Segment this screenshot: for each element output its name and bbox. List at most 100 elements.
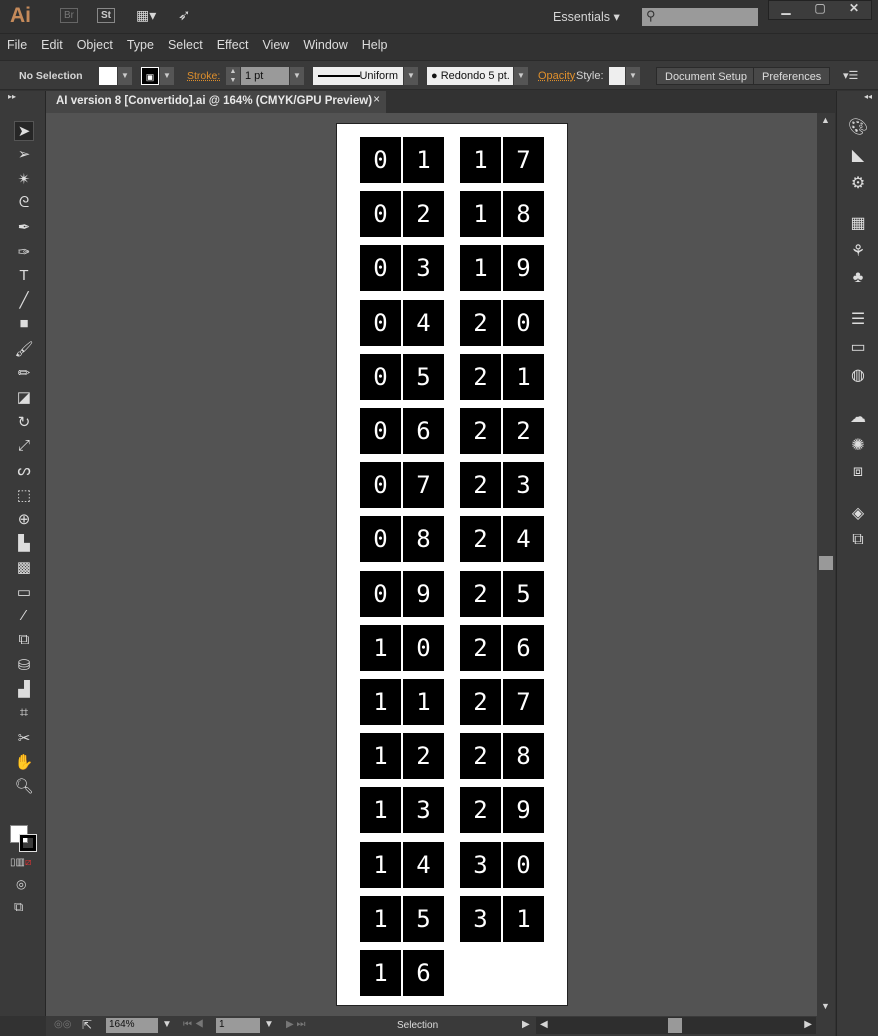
- search-input[interactable]: ⚲: [642, 8, 758, 26]
- document-setup-button[interactable]: Document Setup: [656, 67, 756, 85]
- number-glyph[interactable]: 27: [460, 679, 544, 725]
- number-glyph[interactable]: 22: [460, 408, 544, 454]
- scale-tool-icon[interactable]: ⤢: [14, 437, 34, 457]
- artboard-number-input[interactable]: 1: [216, 1018, 260, 1033]
- stroke-swatch[interactable]: ▣: [141, 67, 159, 85]
- scroll-up-arrow[interactable]: ▲: [821, 115, 830, 125]
- menu-window[interactable]: Window: [296, 34, 354, 56]
- number-glyph[interactable]: 17: [460, 137, 544, 183]
- number-glyph[interactable]: 15: [360, 895, 444, 942]
- number-glyph[interactable]: 20: [460, 299, 544, 346]
- horizontal-scrollbar[interactable]: ◀ ▶: [536, 1017, 816, 1034]
- number-glyph[interactable]: 05: [360, 353, 444, 400]
- asset-export-icon[interactable]: ⧈: [847, 463, 869, 485]
- line-tool-icon[interactable]: ╱: [14, 291, 34, 311]
- drawing-mode-icon[interactable]: ◎: [16, 877, 26, 891]
- number-glyph[interactable]: 25: [460, 570, 544, 617]
- layers-icon[interactable]: ◈: [847, 503, 869, 525]
- panel-menu-icon[interactable]: ▾☰: [843, 67, 858, 85]
- close-tab-button[interactable]: ×: [373, 94, 380, 106]
- next-artboard-button[interactable]: ▶ ⏭: [286, 1019, 305, 1030]
- opacity-label[interactable]: Opacity: [538, 67, 575, 85]
- arrange-documents-icon[interactable]: ▦▾: [136, 7, 156, 24]
- color-panel-icon[interactable]: 🎨︎: [847, 117, 869, 139]
- stroke-swatch-dropdown[interactable]: ▼: [160, 67, 174, 85]
- zoom-tool-icon[interactable]: 🔍︎: [14, 777, 34, 797]
- share-icon[interactable]: ⇱: [82, 1018, 92, 1032]
- number-glyph[interactable]: 31: [460, 895, 544, 942]
- style-dropdown[interactable]: ▼: [626, 67, 640, 85]
- menu-help[interactable]: Help: [355, 34, 395, 56]
- color-guide-icon[interactable]: ◣: [847, 145, 869, 167]
- preferences-button[interactable]: Preferences: [753, 67, 831, 85]
- scroll-thumb[interactable]: [819, 556, 833, 570]
- pen-tool-icon[interactable]: ✒: [14, 218, 34, 238]
- number-glyph[interactable]: 10: [360, 624, 444, 671]
- variable-width-profile[interactable]: Uniform: [313, 67, 403, 85]
- swatches-icon[interactable]: ▦: [847, 213, 869, 235]
- screen-mode-icon[interactable]: ⧉: [14, 899, 23, 915]
- magic-wand-tool-icon[interactable]: ✴: [14, 170, 34, 190]
- artboard[interactable]: 0102030405060708091011121314151617181920…: [336, 123, 568, 1006]
- stock-button[interactable]: St: [97, 8, 115, 23]
- shape-builder-tool-icon[interactable]: ⊕: [14, 510, 34, 530]
- menu-object[interactable]: Object: [70, 34, 120, 56]
- number-glyph[interactable]: 01: [360, 137, 444, 183]
- number-glyph[interactable]: 16: [360, 950, 444, 996]
- lasso-tool-icon[interactable]: ᘓ: [14, 194, 34, 214]
- stroke-weight-input[interactable]: 1 pt: [241, 67, 289, 85]
- scroll-right-arrow[interactable]: ▶: [804, 1019, 812, 1030]
- artboards-panel-icon[interactable]: ⧉: [847, 531, 869, 553]
- menu-type[interactable]: Type: [120, 34, 161, 56]
- artboard-tool-icon[interactable]: ⌗: [14, 704, 34, 724]
- hand-tool-icon[interactable]: ✋: [14, 753, 34, 773]
- number-glyph[interactable]: 24: [460, 516, 544, 563]
- close-window-button[interactable]: ✕: [837, 1, 871, 19]
- number-glyph[interactable]: 02: [360, 191, 444, 238]
- first-artboard-button[interactable]: ⏮ ◀: [183, 1019, 204, 1030]
- artboard-dropdown[interactable]: ▼: [264, 1019, 274, 1030]
- curvature-tool-icon[interactable]: ✑: [14, 243, 34, 263]
- maximize-button[interactable]: ▢: [803, 1, 837, 19]
- workspace-switcher[interactable]: Essentials ▾: [553, 9, 620, 24]
- transparency-icon[interactable]: ◍: [847, 365, 869, 387]
- scroll-left-arrow[interactable]: ◀: [540, 1019, 548, 1030]
- number-glyph[interactable]: 18: [460, 191, 544, 238]
- number-glyph[interactable]: 23: [460, 462, 544, 509]
- type-tool-icon[interactable]: T: [14, 267, 34, 287]
- symbol-sprayer-tool-icon[interactable]: ⛁: [14, 656, 34, 676]
- color-themes-icon[interactable]: ⚙: [847, 173, 869, 195]
- scroll-down-arrow[interactable]: ▼: [821, 1001, 830, 1011]
- stroke-weight-dropdown[interactable]: ▼: [290, 67, 304, 85]
- column-graph-tool-icon[interactable]: ▟: [14, 680, 34, 700]
- number-glyph[interactable]: 07: [360, 462, 444, 509]
- symbols-icon[interactable]: ♣: [847, 269, 869, 291]
- appearance-icon[interactable]: ✺: [847, 435, 869, 457]
- number-glyph[interactable]: 21: [460, 353, 544, 400]
- stroke-stepper[interactable]: ▲ ▼: [226, 67, 240, 85]
- gpu-rocket-icon[interactable]: ➶: [178, 6, 191, 24]
- fill-dropdown[interactable]: ▼: [118, 67, 132, 85]
- bridge-button[interactable]: Br: [60, 8, 78, 23]
- blend-tool-icon[interactable]: ⧉: [14, 631, 34, 651]
- warp-tool-icon[interactable]: ᔕ: [14, 461, 34, 481]
- number-glyph[interactable]: 09: [360, 570, 444, 617]
- stroke-panel-icon[interactable]: ☰: [847, 309, 869, 331]
- eyedropper-tool-icon[interactable]: ⁄: [14, 607, 34, 627]
- number-glyph[interactable]: 29: [460, 787, 544, 834]
- gradient-panel-icon[interactable]: ▭: [847, 337, 869, 359]
- stroke-color-box[interactable]: [19, 834, 37, 852]
- gradient-tool-icon[interactable]: ▭: [14, 583, 34, 603]
- number-glyph[interactable]: 06: [360, 408, 444, 454]
- number-glyph[interactable]: 19: [460, 245, 544, 292]
- graphic-style-swatch[interactable]: [609, 67, 625, 85]
- brush-dropdown[interactable]: ▼: [514, 67, 528, 85]
- menu-view[interactable]: View: [255, 34, 296, 56]
- menu-edit[interactable]: Edit: [34, 34, 70, 56]
- number-glyph[interactable]: 30: [460, 841, 544, 888]
- number-glyph[interactable]: 14: [360, 841, 444, 888]
- number-glyph[interactable]: 12: [360, 733, 444, 780]
- status-menu-arrow[interactable]: ▶: [522, 1019, 530, 1030]
- brush-definition[interactable]: ● Redondo 5 pt.: [427, 67, 513, 85]
- mesh-tool-icon[interactable]: ▩: [14, 558, 34, 578]
